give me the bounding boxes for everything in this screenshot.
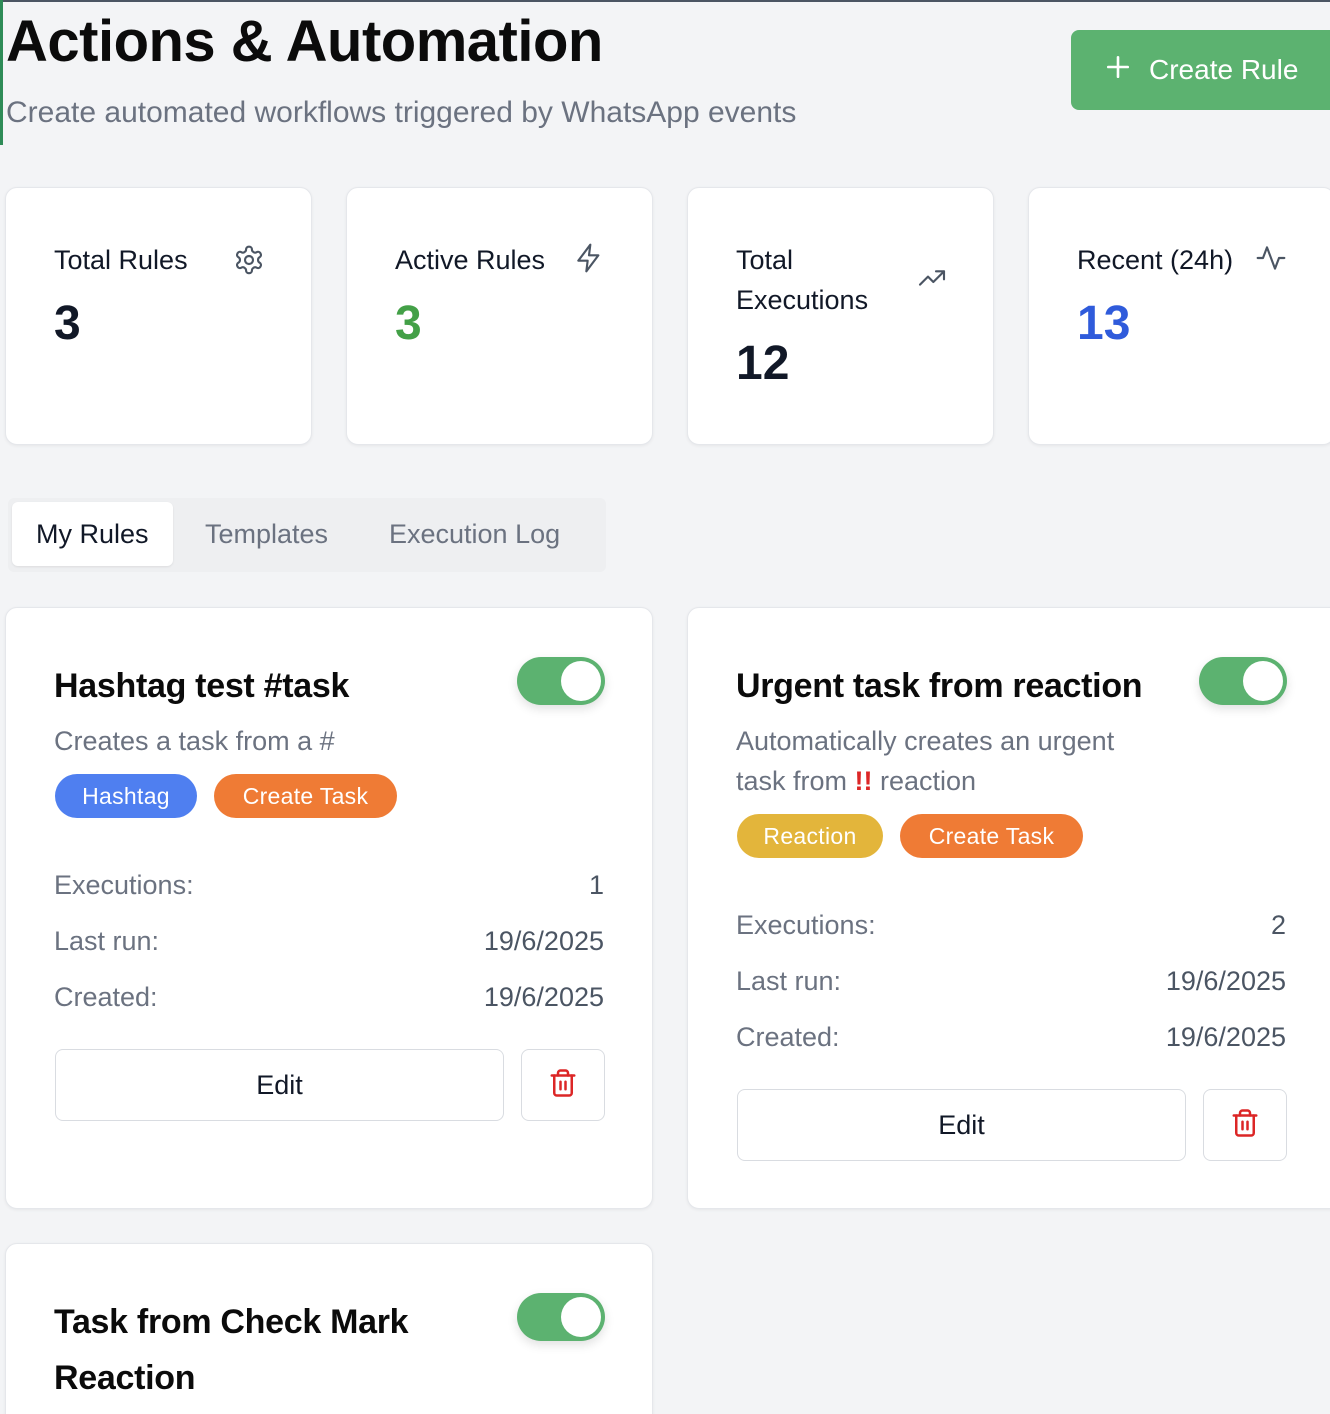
page-subtitle: Create automated workflows triggered by … xyxy=(6,96,797,129)
gear-icon xyxy=(233,244,265,276)
edit-button[interactable]: Edit xyxy=(55,1049,504,1121)
delete-button[interactable] xyxy=(1203,1089,1287,1161)
rule-title-line2: Reaction xyxy=(54,1359,196,1397)
toggle-knob xyxy=(561,661,601,701)
stat-card-total-executions: Total Executions 12 xyxy=(687,187,994,445)
rule-enabled-toggle[interactable] xyxy=(517,1293,605,1341)
page-title: Actions & Automation xyxy=(6,9,603,74)
top-border xyxy=(0,0,1330,2)
create-rule-button[interactable]: Create Rule xyxy=(1071,30,1330,110)
stat-value: 3 xyxy=(54,297,81,350)
description-post: reaction xyxy=(872,766,977,796)
executions-label: Executions: xyxy=(54,870,194,900)
stat-card-active-rules: Active Rules 3 xyxy=(346,187,653,445)
toggle-knob xyxy=(1243,661,1283,701)
created-label: Created: xyxy=(54,982,158,1012)
trash-icon xyxy=(1230,1108,1260,1143)
action-badge: Create Task xyxy=(900,814,1083,858)
rule-title: Urgent task from reaction xyxy=(736,667,1143,705)
trigger-badge: Reaction xyxy=(737,814,883,858)
created-value: 19/6/2025 xyxy=(1165,1022,1286,1052)
activity-icon xyxy=(1255,242,1287,274)
create-rule-label: Create Rule xyxy=(1149,54,1299,85)
stat-value: 3 xyxy=(395,297,422,350)
tab-templates[interactable]: Templates xyxy=(205,502,328,566)
last-run-label: Last run: xyxy=(54,926,160,956)
rule-enabled-toggle[interactable] xyxy=(517,657,605,705)
created-value: 19/6/2025 xyxy=(483,982,604,1012)
toggle-knob xyxy=(561,1297,601,1337)
executions-value: 2 xyxy=(1270,910,1286,940)
created-label: Created: xyxy=(736,1022,840,1052)
delete-button[interactable] xyxy=(521,1049,605,1121)
stat-value: 12 xyxy=(736,337,790,390)
last-run-label: Last run: xyxy=(736,966,842,996)
trigger-badge: Hashtag xyxy=(55,774,197,818)
stat-card-recent: Recent (24h) 13 xyxy=(1028,187,1330,445)
edit-button[interactable]: Edit xyxy=(737,1089,1186,1161)
created-row: Created: 19/6/2025 xyxy=(54,982,604,1013)
description-pre: task from xyxy=(736,766,855,796)
stat-card-total-rules: Total Rules 3 xyxy=(5,187,312,445)
rule-description-line1: Automatically creates an urgent xyxy=(736,726,1115,756)
rule-title: Task from Check Mark Reaction xyxy=(54,1294,409,1406)
rule-title-line1: Task from Check Mark xyxy=(54,1303,409,1341)
stat-label: Total Rules xyxy=(54,245,188,275)
trash-icon xyxy=(548,1068,578,1103)
last-run-value: 19/6/2025 xyxy=(483,926,604,956)
last-run-row: Last run: 19/6/2025 xyxy=(736,966,1286,997)
rule-enabled-toggle[interactable] xyxy=(1199,657,1287,705)
executions-value: 1 xyxy=(588,870,604,900)
last-run-value: 19/6/2025 xyxy=(1165,966,1286,996)
tab-bar: My Rules Templates Execution Log xyxy=(8,498,606,572)
tab-execution-log[interactable]: Execution Log xyxy=(389,502,560,566)
stat-value: 13 xyxy=(1077,297,1131,350)
executions-row: Executions: 2 xyxy=(736,910,1286,941)
trending-up-icon xyxy=(916,262,948,294)
stat-label: Active Rules xyxy=(395,245,546,275)
rule-card: Urgent task from reaction Automatically … xyxy=(687,607,1330,1209)
rule-description: Automatically creates an urgent task fro… xyxy=(736,721,1114,801)
rule-card: Hashtag test #task Creates a task from a… xyxy=(5,607,653,1209)
rule-title: Hashtag test #task xyxy=(54,667,350,705)
rule-description: Creates a task from a # xyxy=(54,726,335,756)
stat-label: Total Executions xyxy=(736,245,869,315)
executions-row: Executions: 1 xyxy=(54,870,604,901)
plus-icon xyxy=(1105,54,1131,87)
stat-label: Recent (24h) xyxy=(1077,245,1234,275)
created-row: Created: 19/6/2025 xyxy=(736,1022,1286,1053)
left-accent-bar xyxy=(0,0,3,145)
last-run-row: Last run: 19/6/2025 xyxy=(54,926,604,957)
rule-card: Task from Check Mark Reaction xyxy=(5,1243,653,1414)
tab-my-rules[interactable]: My Rules xyxy=(12,502,173,566)
lightning-icon xyxy=(573,242,605,274)
double-exclamation-emoji: !! xyxy=(854,766,873,796)
page: Actions & Automation Create automated wo… xyxy=(0,0,1330,1414)
rule-description-line2: task from !! reaction xyxy=(736,761,1114,801)
action-badge: Create Task xyxy=(214,774,397,818)
executions-label: Executions: xyxy=(736,910,876,940)
